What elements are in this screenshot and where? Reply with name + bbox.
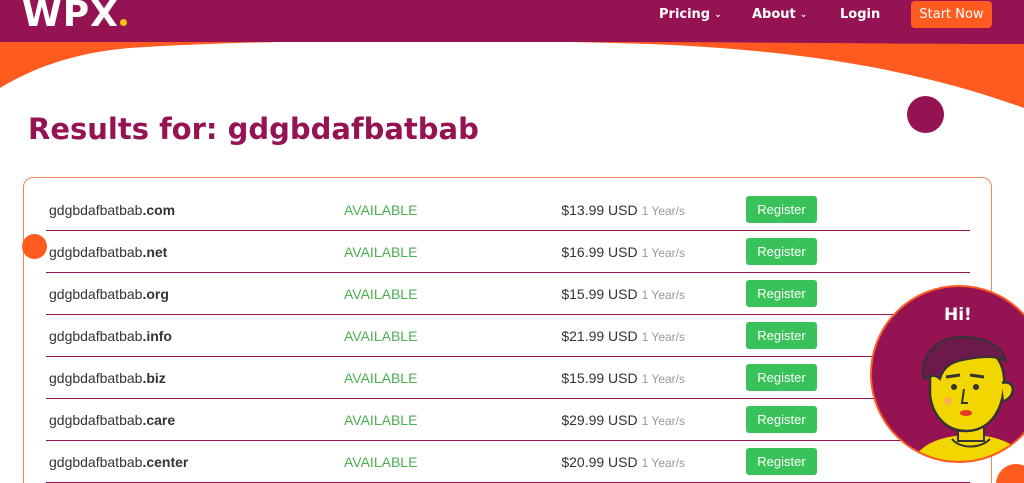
register-button[interactable]: Register [746, 238, 817, 265]
result-row-center: gdgbdafbatbab.center AVAILABLE $20.99 US… [46, 442, 970, 483]
chevron-down-icon: ⌄ [714, 10, 722, 20]
price: $20.99 USD 1 Year/s [561, 454, 685, 470]
register-button[interactable]: Register [746, 406, 817, 433]
register-button[interactable]: Register [746, 364, 817, 391]
header-wave-decoration [0, 30, 1024, 108]
start-now-button[interactable]: Start Now [911, 1, 992, 28]
result-row-info: gdgbdafbatbab.info AVAILABLE $21.99 USD 1… [46, 316, 970, 357]
logo-dot-icon [119, 19, 127, 26]
register-button[interactable]: Register [746, 322, 817, 349]
price: $15.99 USD 1 Year/s [561, 370, 685, 386]
search-query: gdgbdafbatbab [227, 112, 479, 146]
price: $21.99 USD 1 Year/s [561, 328, 685, 344]
price: $13.99 USD 1 Year/s [561, 202, 685, 218]
availability-status: AVAILABLE [344, 202, 418, 218]
decorative-purple-circle [907, 96, 944, 133]
price: $29.99 USD 1 Year/s [561, 412, 685, 428]
register-button[interactable]: Register [746, 448, 817, 475]
result-row-org: gdgbdafbatbab.org AVAILABLE $15.99 USD 1 … [46, 274, 970, 315]
result-row-care: gdgbdafbatbab.care AVAILABLE $29.99 USD 1… [46, 400, 970, 441]
availability-status: AVAILABLE [344, 286, 418, 302]
price: $15.99 USD 1 Year/s [561, 286, 685, 302]
nav-login[interactable]: Login [840, 7, 880, 22]
decorative-orange-circle [22, 234, 47, 259]
domain-name: gdgbdafbatbab.net [49, 244, 168, 260]
chevron-down-icon: ⌄ [799, 10, 808, 20]
availability-status: AVAILABLE [344, 412, 418, 428]
domain-name: gdgbdafbatbab.info [49, 328, 172, 344]
availability-status: AVAILABLE [344, 244, 418, 260]
price: $16.99 USD 1 Year/s [561, 244, 685, 260]
nav-pricing[interactable]: Pricing ⌄ [659, 7, 722, 22]
chat-greeting: Hi! [944, 305, 972, 325]
domain-name: gdgbdafbatbab.center [49, 454, 189, 470]
availability-status: AVAILABLE [344, 454, 418, 470]
register-button[interactable]: Register [746, 196, 817, 223]
decorative-orange-circle [996, 464, 1024, 483]
top-navbar: WPX Pricing ⌄ About ⌄ Login Start Now [0, 0, 1024, 42]
wpx-logo[interactable]: WPX [22, 0, 127, 35]
domain-name: gdgbdafbatbab.org [49, 286, 169, 302]
domain-name: gdgbdafbatbab.biz [49, 370, 166, 386]
result-row-biz: gdgbdafbatbab.biz AVAILABLE $15.99 USD 1 … [46, 358, 970, 399]
result-row-com: gdgbdafbatbab.com AVAILABLE $13.99 USD 1 … [46, 190, 970, 231]
domain-name: gdgbdafbatbab.care [49, 412, 176, 428]
nav-about[interactable]: About ⌄ [752, 7, 807, 22]
result-row-net: gdgbdafbatbab.net AVAILABLE $16.99 USD 1 … [46, 232, 970, 273]
availability-status: AVAILABLE [344, 328, 418, 344]
cartoon-support-agent-icon [912, 335, 1024, 461]
page-title: Results for: gdgbdafbatbab [28, 112, 479, 146]
availability-status: AVAILABLE [344, 370, 418, 386]
register-button[interactable]: Register [746, 280, 817, 307]
results-panel: gdgbdafbatbab.com AVAILABLE $13.99 USD 1 … [23, 177, 992, 483]
domain-name: gdgbdafbatbab.com [49, 202, 176, 218]
